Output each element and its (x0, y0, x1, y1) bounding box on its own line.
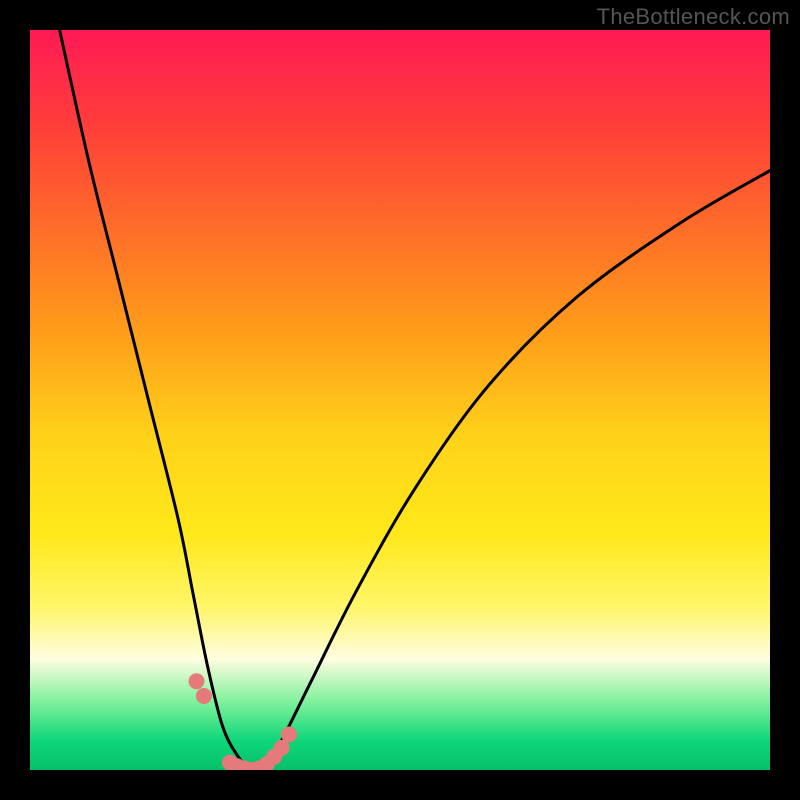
plot-area (30, 30, 770, 770)
chart-frame: TheBottleneck.com (0, 0, 800, 800)
marker-dot (196, 688, 212, 704)
chart-svg (30, 30, 770, 770)
marker-dot (281, 726, 297, 742)
marker-dot (189, 673, 205, 689)
watermark-text: TheBottleneck.com (597, 4, 790, 30)
marker-group (189, 673, 298, 770)
bottleneck-curve (60, 30, 770, 770)
